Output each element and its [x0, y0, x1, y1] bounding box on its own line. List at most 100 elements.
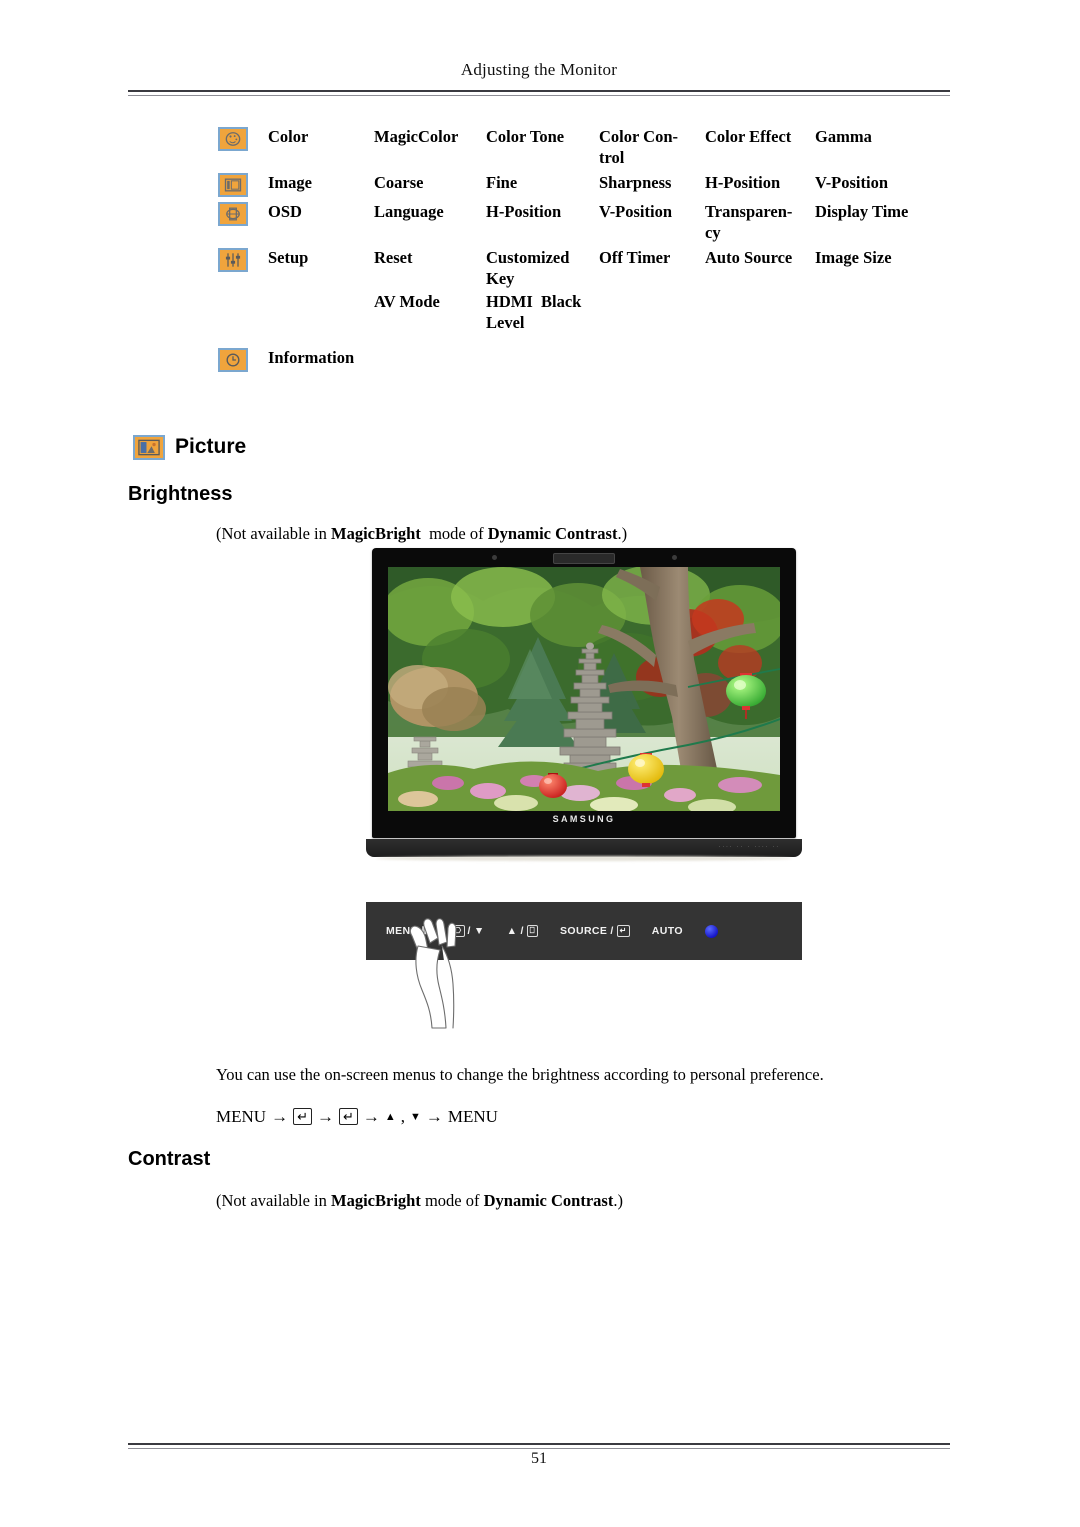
up-button[interactable]: ▲ / ⎕ — [507, 925, 538, 937]
arrow-icon: → — [316, 1107, 334, 1126]
information-clock-icon — [218, 348, 248, 372]
table-row: AV Mode HDMI Black Level — [218, 291, 958, 333]
note-suffix: .) — [613, 1191, 623, 1210]
picture-section-heading: Picture — [133, 434, 246, 460]
menu-item: Fine — [486, 173, 518, 192]
color-palette-icon — [218, 127, 248, 151]
note-prefix: (Not available in — [216, 1191, 332, 1210]
row-icon-cell — [218, 172, 268, 197]
menu-item: Coarse — [374, 173, 424, 192]
monitor-top-dot-right — [672, 555, 677, 560]
monitor-brand-logo: SAMSUNG — [552, 814, 616, 824]
menu-item: V-Position — [815, 173, 889, 192]
menu-label: Information — [268, 348, 355, 367]
brightness-heading: Brightness — [128, 483, 233, 505]
menu-label: OSD — [268, 202, 302, 221]
menu-button-label: MENU — [386, 925, 419, 937]
contrast-heading: Contrast — [128, 1148, 211, 1170]
slash-separator: / — [520, 925, 524, 937]
menu-item: Transparen-cy — [705, 202, 793, 242]
menu-label: Image — [268, 173, 312, 192]
arrow-icon: → — [425, 1107, 443, 1126]
enter-key-icon: ↵ — [338, 1107, 358, 1125]
note-mid: mode of — [420, 1191, 484, 1210]
menu-item: Language — [374, 202, 444, 221]
note-mid: mode of — [420, 524, 488, 543]
menu-item: Color Effect — [705, 127, 792, 146]
up-arrow-icon: ▲ — [384, 1111, 396, 1123]
enter-key-icon: ↵ — [293, 1107, 312, 1125]
menu-item: Sharpness — [599, 173, 672, 192]
source-button[interactable]: SOURCE / ↵ — [560, 925, 630, 937]
down-arrow-icon: ▼ — [410, 1111, 421, 1123]
menu-item: Color Tone — [486, 127, 565, 146]
volume-icon: ⎕ — [526, 925, 538, 937]
monitor-top-dot-left — [492, 555, 497, 560]
auto-button[interactable]: AUTO — [652, 925, 683, 937]
monitor-base-microtext: ···· ·· · ···· ·· — [718, 844, 780, 850]
menu-item: H-Position — [705, 173, 781, 192]
monitor-top-label — [553, 553, 615, 564]
brightness-note: (Not available in MagicBright mode of Dy… — [216, 524, 627, 544]
image-frame-icon — [218, 173, 248, 197]
menu-button-key: Ⅲ — [421, 925, 430, 937]
menu-button[interactable]: MENU Ⅲ — [386, 925, 429, 937]
table-row: Image Coarse Fine Sharpness H-Position V… — [218, 172, 958, 197]
menu-item: Gamma — [815, 127, 872, 146]
note-magicbright: MagicBright — [331, 524, 421, 543]
brightness-key-path: MENU → ↵ → ↵ → ▲ , ▼ → MENU — [216, 1107, 498, 1127]
menu-item: Auto Source — [705, 248, 793, 267]
row-icon-cell — [218, 201, 268, 226]
key-path-end: MENU — [447, 1107, 498, 1126]
menu-item: Image Size — [815, 248, 892, 267]
menu-map-table: Color MagicColor Color Tone Color Con-tr… — [218, 126, 958, 376]
monitor-illustration: SAMSUNG ···· ·· · ···· ·· — [366, 548, 802, 873]
down-button[interactable]: ⎔ / ▼ — [451, 925, 485, 937]
note-prefix: (Not available in — [216, 524, 332, 543]
row-icon-cell — [218, 126, 268, 151]
menu-item: H-Position — [486, 202, 562, 221]
monitor-control-panel: MENU Ⅲ ⎔ / ▼ ▲ / ⎕ SOURCE / ↵ AUTO — [366, 902, 802, 1029]
menu-label: Setup — [268, 248, 309, 267]
menu-item: Reset — [374, 248, 413, 267]
row-icon-cell — [218, 247, 268, 272]
arrow-icon: → — [362, 1107, 380, 1126]
note-magicbright: MagicBright — [331, 1191, 421, 1210]
header-divider — [128, 90, 950, 96]
footer-divider — [128, 1443, 950, 1449]
down-button-key-icon: ⎔ — [451, 925, 465, 937]
up-arrow-icon: ▲ — [506, 925, 518, 937]
table-row: Information — [218, 347, 958, 372]
menu-item: Color Con-trol — [599, 127, 678, 167]
menu-label: Color — [268, 127, 309, 146]
down-arrow-icon: ▼ — [473, 925, 485, 937]
slash-separator: / — [610, 925, 614, 937]
key-path-start: MENU — [216, 1107, 267, 1126]
note-dynamic-contrast: Dynamic Contrast — [487, 524, 618, 543]
row-icon-cell — [218, 347, 268, 372]
setup-sliders-icon — [218, 248, 248, 272]
source-button-label: SOURCE — [560, 925, 608, 937]
menu-item: Off Timer — [599, 248, 671, 267]
note-suffix: .) — [617, 524, 628, 543]
brightness-description: You can use the on-screen menus to chang… — [216, 1065, 824, 1084]
enter-key-icon: ↵ — [616, 925, 630, 937]
page-header: Adjusting the Monitor — [128, 60, 950, 80]
menu-item: Display Time — [815, 202, 909, 221]
osd-box-icon — [218, 202, 248, 226]
menu-item: MagicColor — [374, 127, 459, 146]
auto-button-label: AUTO — [651, 925, 683, 937]
page-number: 51 — [531, 1450, 547, 1467]
menu-item: AV Mode — [374, 292, 440, 311]
page-title: Adjusting the Monitor — [460, 60, 618, 79]
table-row: Setup Reset Customized Key Off Timer Auto… — [218, 247, 958, 289]
power-button[interactable] — [704, 924, 718, 938]
key-path-comma: , — [400, 1107, 406, 1126]
table-row: OSD Language H-Position V-Position Trans… — [218, 201, 958, 243]
slash-separator: / — [467, 925, 471, 937]
contrast-note: (Not available in MagicBright mode of Dy… — [216, 1191, 623, 1211]
monitor-bezel: SAMSUNG — [372, 548, 796, 838]
picture-icon — [133, 435, 165, 460]
monitor-screen — [388, 567, 780, 811]
menu-item: V-Position — [599, 202, 673, 221]
